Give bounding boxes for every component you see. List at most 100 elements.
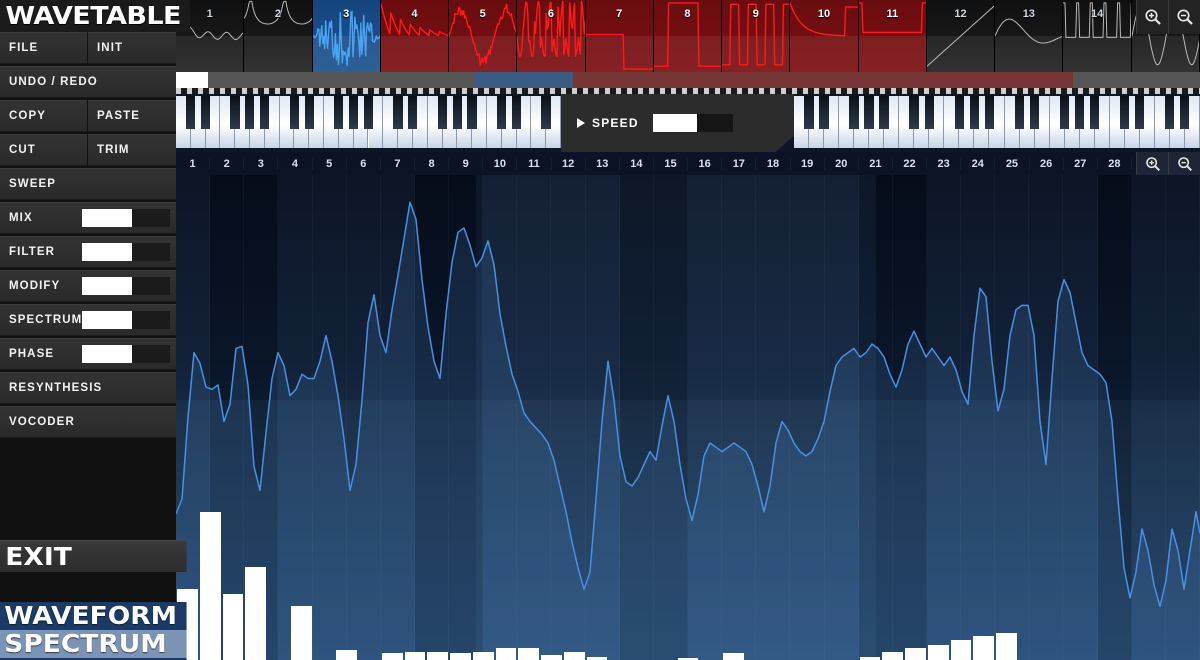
zoom-out-icon[interactable] bbox=[1168, 0, 1200, 34]
magnitude-bar[interactable] bbox=[427, 651, 449, 660]
piano-black-key[interactable] bbox=[230, 96, 240, 129]
mix-slider[interactable] bbox=[82, 209, 170, 227]
piano-black-key[interactable] bbox=[1135, 96, 1145, 129]
filter-slider[interactable] bbox=[82, 243, 170, 261]
modify-button[interactable]: MODIFY bbox=[0, 270, 176, 302]
resynthesis-button[interactable]: RESYNTHESIS bbox=[0, 372, 176, 404]
piano-black-key[interactable] bbox=[804, 96, 814, 129]
piano-black-key[interactable] bbox=[879, 96, 889, 129]
frame-slot-7[interactable]: 7 bbox=[585, 0, 654, 72]
trim-button[interactable]: TRIM bbox=[88, 134, 176, 166]
magnitude-bar[interactable] bbox=[950, 639, 972, 660]
piano-keyboard-right[interactable] bbox=[794, 96, 1200, 148]
piano-black-key[interactable] bbox=[1180, 96, 1190, 129]
tab-waveform[interactable]: WAVEFORM bbox=[0, 602, 187, 630]
mix-button[interactable]: MIX bbox=[0, 202, 176, 234]
piano-black-key[interactable] bbox=[497, 96, 507, 129]
piano-black-key[interactable] bbox=[511, 96, 521, 129]
magnitude-bar[interactable] bbox=[586, 656, 608, 660]
frame-slot-4[interactable]: 4 bbox=[380, 0, 450, 72]
copy-button[interactable]: COPY bbox=[0, 100, 87, 132]
play-icon[interactable] bbox=[577, 118, 585, 128]
magnitude-bar[interactable] bbox=[563, 651, 585, 660]
piano-black-key[interactable] bbox=[1029, 96, 1040, 129]
magnitude-bar[interactable] bbox=[996, 632, 1017, 660]
phase-button[interactable]: PHASE bbox=[0, 338, 176, 370]
magnitude-bar[interactable] bbox=[245, 566, 267, 660]
piano-black-key[interactable] bbox=[1120, 96, 1130, 129]
magnitude-bar[interactable] bbox=[199, 512, 221, 660]
piano-black-key[interactable] bbox=[924, 96, 934, 129]
piano-black-key[interactable] bbox=[260, 96, 270, 129]
magnitude-bar[interactable] bbox=[905, 648, 926, 660]
cut-button[interactable]: CUT bbox=[0, 134, 87, 166]
phase-slider[interactable] bbox=[82, 345, 170, 363]
wavetable-frame-strip[interactable]: 123456789101112131415 bbox=[176, 0, 1200, 72]
frame-slot-11[interactable]: 11 bbox=[858, 0, 927, 72]
magnitude-bar[interactable] bbox=[472, 651, 494, 660]
init-button[interactable]: INIT bbox=[88, 32, 176, 64]
piano-black-key[interactable] bbox=[393, 96, 403, 129]
magnitude-bar[interactable] bbox=[927, 644, 949, 660]
piano-black-key[interactable] bbox=[334, 96, 344, 129]
waveform-display[interactable] bbox=[176, 175, 1200, 660]
piano-black-key[interactable] bbox=[1165, 96, 1175, 129]
frame-slot-13[interactable]: 13 bbox=[995, 0, 1064, 72]
magnitude-bar[interactable] bbox=[404, 651, 426, 660]
zoom-in-icon[interactable] bbox=[1136, 0, 1168, 34]
frame-slot-10[interactable]: 10 bbox=[790, 0, 859, 72]
file-button[interactable]: FILE bbox=[0, 32, 87, 64]
frame-slot-8[interactable]: 8 bbox=[653, 0, 723, 72]
exit-button[interactable]: EXIT bbox=[0, 540, 187, 572]
piano-black-key[interactable] bbox=[541, 96, 551, 129]
sweep-button[interactable]: SWEEP bbox=[0, 168, 176, 200]
frame-slot-14[interactable]: 14 bbox=[1063, 0, 1132, 72]
piano-keyboard-left[interactable] bbox=[176, 96, 561, 148]
piano-black-key[interactable] bbox=[954, 96, 964, 129]
frame-slot-2[interactable]: 2 bbox=[244, 0, 313, 72]
piano-black-key[interactable] bbox=[467, 96, 477, 129]
piano-black-key[interactable] bbox=[1074, 96, 1085, 129]
piano-black-key[interactable] bbox=[289, 96, 299, 129]
magnitude-bar[interactable] bbox=[495, 648, 517, 660]
magnitude-bar[interactable] bbox=[882, 651, 904, 660]
piano-black-key[interactable] bbox=[909, 96, 919, 129]
modify-slider[interactable] bbox=[82, 277, 170, 295]
magnitude-bar[interactable] bbox=[450, 653, 471, 660]
undo-redo-button[interactable]: UNDO / REDO bbox=[0, 66, 176, 98]
zoom-out-icon[interactable] bbox=[1168, 152, 1200, 175]
frame-slot-6[interactable]: 6 bbox=[517, 0, 586, 72]
piano-black-key[interactable] bbox=[1089, 96, 1100, 129]
magnitude-bar[interactable] bbox=[541, 654, 562, 660]
piano-black-key[interactable] bbox=[437, 96, 447, 129]
magnitude-bar[interactable] bbox=[290, 605, 312, 660]
piano-black-key[interactable] bbox=[864, 96, 874, 129]
spectrum-slider[interactable] bbox=[82, 311, 170, 329]
magnitude-bar[interactable] bbox=[336, 649, 358, 660]
piano-black-key[interactable] bbox=[849, 96, 859, 129]
vocoder-button[interactable]: VOCODER bbox=[0, 406, 176, 438]
tab-spectrum[interactable]: SPECTRUM bbox=[0, 630, 187, 658]
piano-black-key[interactable] bbox=[1014, 96, 1025, 129]
piano-black-key[interactable] bbox=[304, 96, 314, 129]
frame-slot-5[interactable]: 5 bbox=[449, 0, 518, 72]
filter-button[interactable]: FILTER bbox=[0, 236, 176, 268]
paste-button[interactable]: PASTE bbox=[88, 100, 176, 132]
magnitude-bar[interactable] bbox=[222, 593, 244, 660]
magnitude-bar[interactable] bbox=[381, 653, 403, 660]
magnitude-bar[interactable] bbox=[518, 648, 540, 660]
frame-slot-3[interactable]: 3 bbox=[312, 0, 381, 72]
piano-black-key[interactable] bbox=[245, 96, 255, 129]
piano-black-key[interactable] bbox=[200, 96, 211, 129]
zoom-in-icon[interactable] bbox=[1136, 152, 1168, 175]
piano-black-key[interactable] bbox=[186, 96, 196, 129]
magnitude-bar[interactable] bbox=[723, 653, 744, 660]
frame-slot-12[interactable]: 12 bbox=[926, 0, 996, 72]
piano-black-key[interactable] bbox=[984, 96, 994, 129]
piano-black-key[interactable] bbox=[348, 96, 359, 129]
magnitude-bar[interactable] bbox=[859, 656, 881, 660]
magnitude-bar[interactable] bbox=[973, 636, 995, 660]
piano-black-key[interactable] bbox=[819, 96, 829, 129]
piano-black-key[interactable] bbox=[408, 96, 418, 129]
piano-black-key[interactable] bbox=[452, 96, 462, 129]
